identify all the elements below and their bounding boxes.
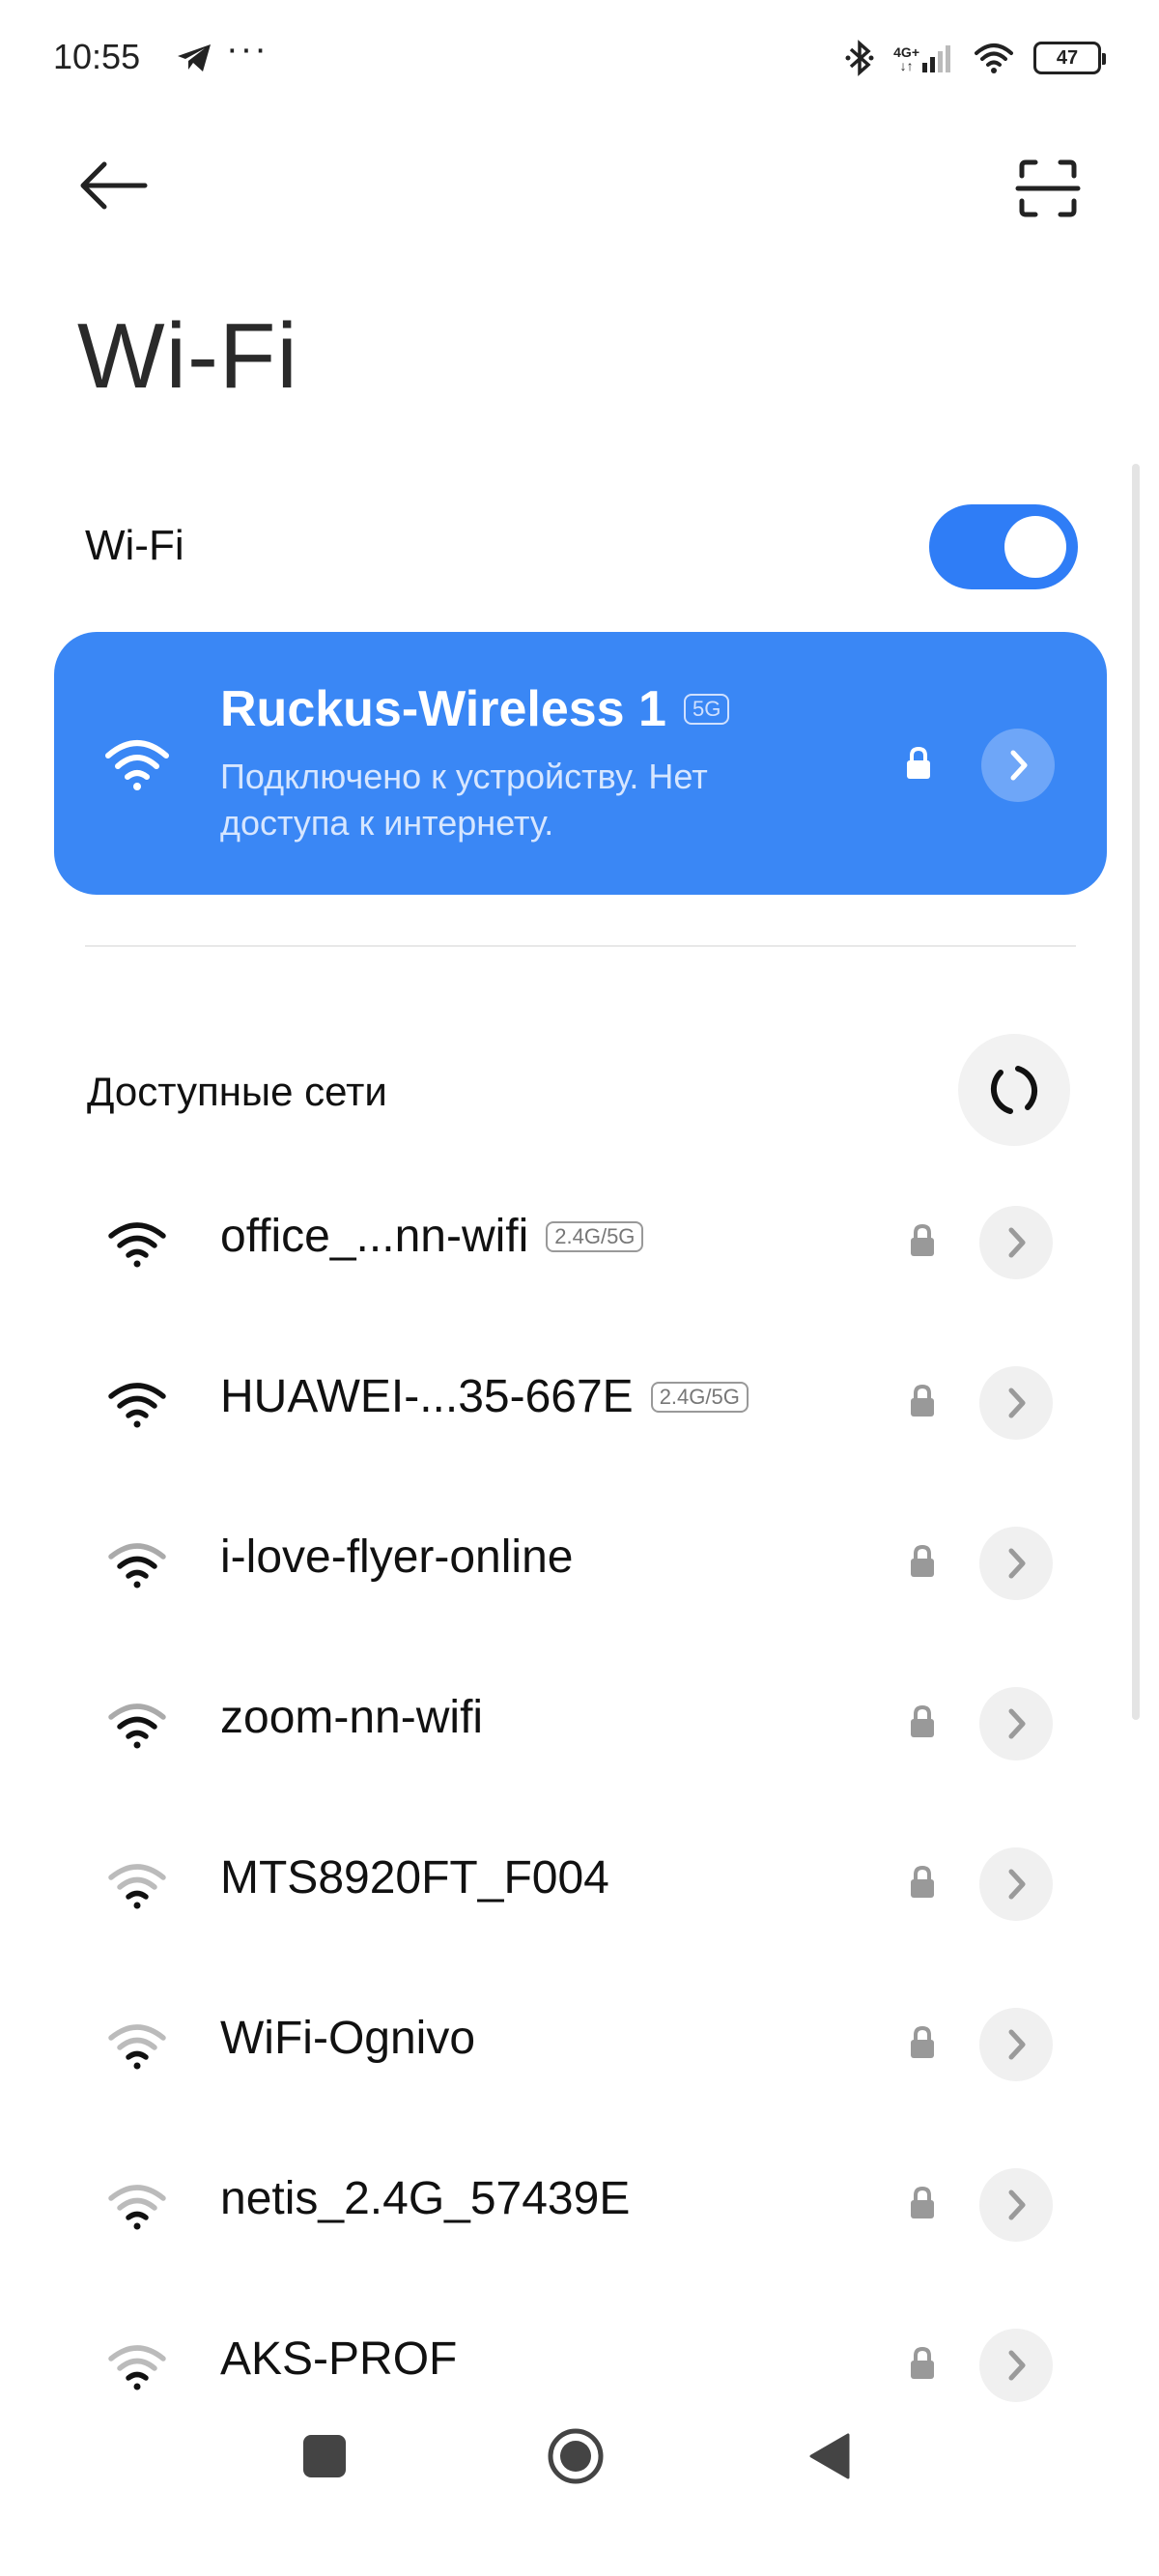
network-name: MTS8920FT_F004 <box>220 1852 609 1903</box>
network-row[interactable]: office_...nn-wifi 2.4G/5G <box>0 1179 1159 1295</box>
connected-network-name-row: Ruckus-Wireless 1 5G <box>220 680 730 738</box>
network-name: netis_2.4G_57439E <box>220 2173 631 2224</box>
band-badge: 2.4G/5G <box>650 1381 749 1413</box>
network-row[interactable]: HUAWEI-...35-667E 2.4G/5G <box>0 1339 1159 1455</box>
network-row[interactable]: WiFi-Ognivo <box>0 1981 1159 2097</box>
wifi-status-icon <box>975 43 1013 73</box>
home-button[interactable] <box>547 2427 605 2485</box>
wifi-signal-icon <box>108 1543 166 1589</box>
network-name: i-love-flyer-online <box>220 1531 574 1583</box>
chevron-right-icon <box>1008 1227 1026 1258</box>
network-name-row: WiFi-Ognivo <box>220 2012 475 2065</box>
chevron-right-icon <box>1008 1388 1026 1418</box>
network-row[interactable]: zoom-nn-wifi <box>0 1660 1159 1776</box>
wifi-toggle-label: Wi-Fi <box>85 522 184 569</box>
network-row[interactable]: AKS-PROF <box>0 2302 1159 2418</box>
network-name-row: zoom-nn-wifi <box>220 1691 483 1744</box>
chevron-right-icon <box>1008 2350 1026 2381</box>
network-activity-label: ↓↑ <box>899 58 914 73</box>
battery-indicator: 47 <box>1033 42 1106 74</box>
network-name: office_...nn-wifi <box>220 1211 529 1262</box>
wifi-signal-icon <box>108 2185 166 2230</box>
lock-icon <box>907 746 930 779</box>
network-row[interactable]: i-love-flyer-online <box>0 1500 1159 1616</box>
wifi-signal-icon <box>108 1703 166 1749</box>
qr-scan-button[interactable] <box>1014 155 1082 222</box>
wifi-signal-icon <box>108 1222 166 1268</box>
battery-level: 47 <box>1056 46 1079 69</box>
connected-network-details-button[interactable] <box>981 729 1055 802</box>
status-time: 10:55 <box>53 37 141 76</box>
band-badge: 2.4G/5G <box>546 1220 644 1252</box>
wifi-toggle-switch[interactable] <box>929 504 1078 589</box>
network-name-row: MTS8920FT_F004 <box>220 1851 609 1904</box>
telegram-icon <box>178 44 211 72</box>
chevron-right-icon <box>1008 1548 1026 1579</box>
network-name-row: HUAWEI-...35-667E 2.4G/5G <box>220 1370 749 1423</box>
network-details-button[interactable] <box>979 1206 1053 1279</box>
recents-button[interactable] <box>303 2435 346 2477</box>
refresh-button[interactable] <box>958 1034 1070 1146</box>
network-details-button[interactable] <box>979 2329 1053 2402</box>
toggle-knob <box>1004 516 1066 578</box>
lock-icon <box>911 1223 934 1256</box>
connected-network-card[interactable]: Ruckus-Wireless 1 5G Подключено к устрой… <box>54 632 1107 895</box>
lock-icon <box>911 1704 934 1737</box>
lock-icon <box>911 1544 934 1577</box>
network-details-button[interactable] <box>979 1527 1053 1600</box>
lock-icon <box>911 1384 934 1417</box>
connected-network-name: Ruckus-Wireless 1 <box>220 681 666 737</box>
network-name: AKS-PROF <box>220 2333 458 2385</box>
lock-icon <box>911 2346 934 2379</box>
network-details-button[interactable] <box>979 1847 1053 1921</box>
more-notifications-icon: ··· <box>226 29 269 70</box>
network-name-row: office_...nn-wifi 2.4G/5G <box>220 1210 644 1263</box>
chevron-right-icon <box>1010 750 1028 781</box>
cell-signal-icon <box>922 45 950 72</box>
chevron-right-icon <box>1008 2190 1026 2220</box>
network-name-row: i-love-flyer-online <box>220 1531 573 1584</box>
lock-icon <box>911 1865 934 1898</box>
chevron-right-icon <box>1008 1869 1026 1900</box>
network-name: zoom-nn-wifi <box>220 1692 484 1743</box>
network-details-button[interactable] <box>979 2168 1053 2242</box>
lock-icon <box>911 2186 934 2218</box>
wifi-signal-icon <box>108 2024 166 2070</box>
nav-back-button[interactable] <box>807 2431 852 2481</box>
available-networks-heading: Доступные сети <box>87 1069 387 1114</box>
bluetooth-icon <box>845 40 874 76</box>
wifi-signal-icon <box>105 740 169 790</box>
network-row[interactable]: MTS8920FT_F004 <box>0 1820 1159 1936</box>
network-details-button[interactable] <box>979 1687 1053 1760</box>
wifi-signal-icon <box>108 2345 166 2390</box>
page-title: Wi-Fi <box>77 304 298 408</box>
network-type: 4G+ ↓↑ <box>893 43 954 72</box>
network-row[interactable]: netis_2.4G_57439E <box>0 2141 1159 2257</box>
network-type-label: 4G+ <box>893 44 919 60</box>
lock-icon <box>911 2025 934 2058</box>
network-name: WiFi-Ognivo <box>220 2013 476 2064</box>
network-details-button[interactable] <box>979 2008 1053 2081</box>
band-badge: 5G <box>683 694 730 725</box>
network-details-button[interactable] <box>979 1366 1053 1440</box>
network-name: HUAWEI-...35-667E <box>220 1371 634 1422</box>
chevron-right-icon <box>1008 2029 1026 2060</box>
network-name-row: AKS-PROF <box>220 2333 457 2386</box>
network-name-row: netis_2.4G_57439E <box>220 2172 630 2225</box>
refresh-icon <box>990 1066 1038 1114</box>
status-icons: 4G+ ↓↑ 47 <box>845 39 1106 77</box>
chevron-right-icon <box>1008 1708 1026 1739</box>
wifi-signal-icon <box>108 1383 166 1428</box>
connection-status: Подключено к устройству. Нет доступа к и… <box>220 757 708 843</box>
back-button[interactable] <box>75 155 153 216</box>
wifi-signal-icon <box>108 1864 166 1909</box>
divider <box>85 945 1076 947</box>
